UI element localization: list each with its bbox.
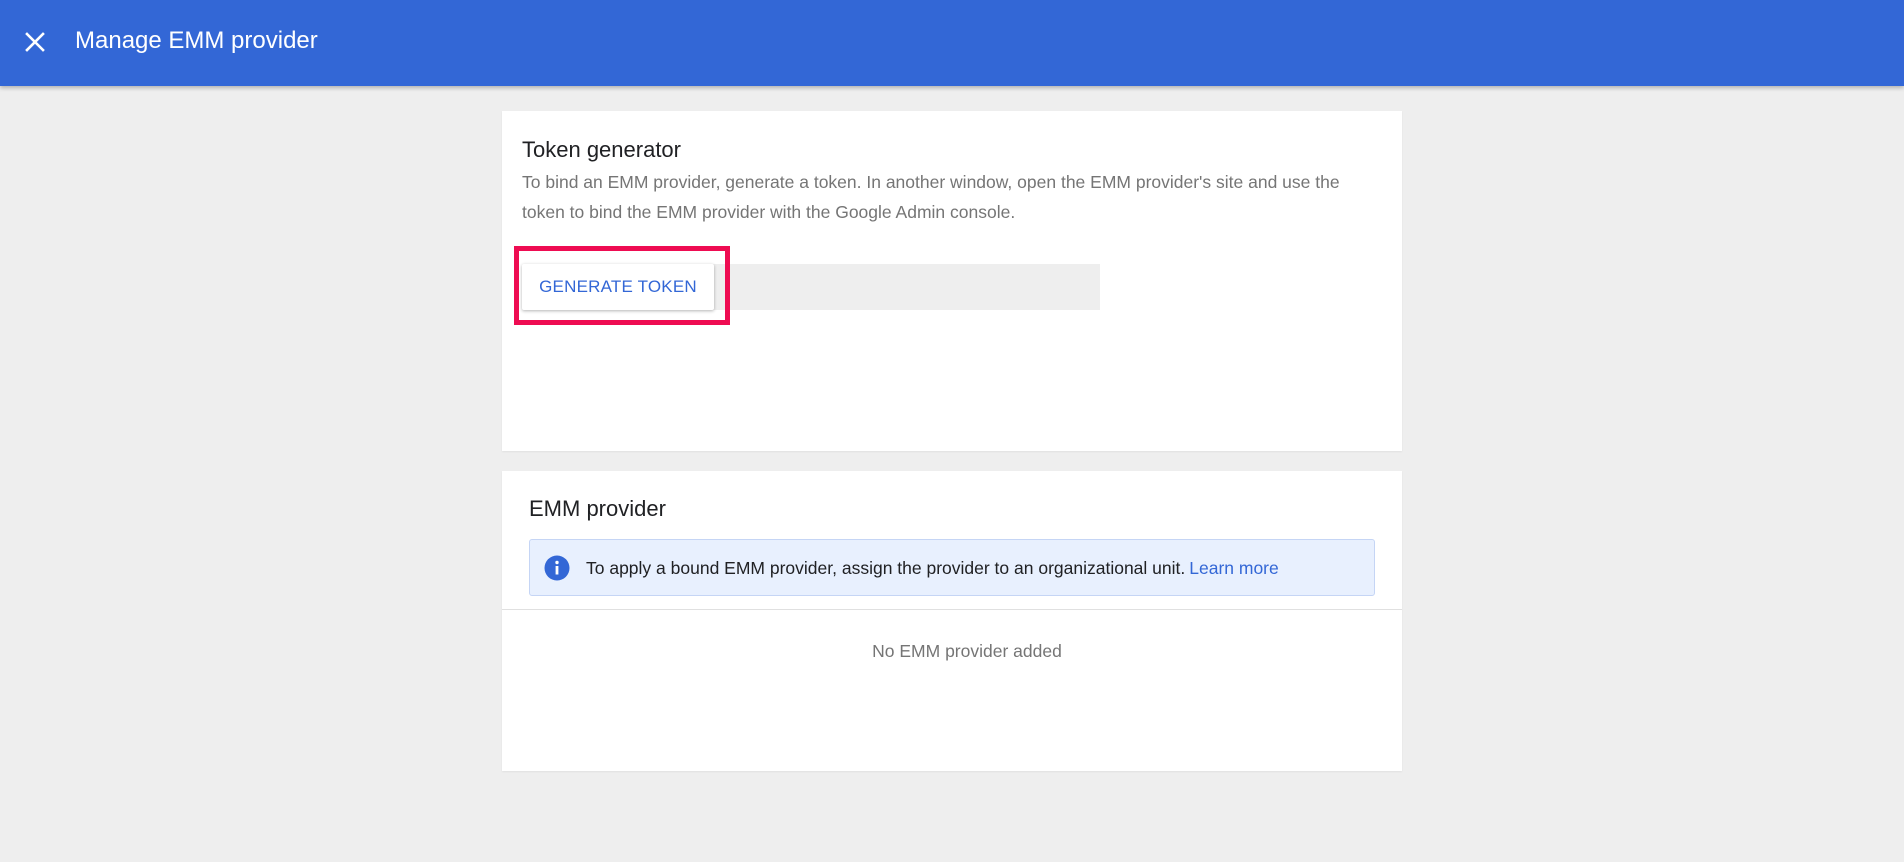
empty-state-text: No EMM provider added (872, 641, 1062, 661)
info-banner: To apply a bound EMM provider, assign th… (529, 539, 1375, 596)
emm-provider-title: EMM provider (529, 496, 666, 521)
token-generator-description: To bind an EMM provider, generate a toke… (522, 172, 1340, 222)
token-generator-title: Token generator (522, 137, 681, 162)
close-button[interactable] (18, 21, 52, 63)
token-generator-card: Token generator To bind an EMM provider,… (502, 111, 1402, 451)
info-icon (544, 555, 570, 581)
close-icon (25, 32, 45, 52)
top-app-bar: Manage EMM provider (0, 0, 1904, 86)
emm-provider-card: EMM provider To apply a bound EMM provid… (502, 471, 1402, 771)
learn-more-link[interactable]: Learn more (1189, 558, 1279, 578)
generate-token-button[interactable]: GENERATE TOKEN (522, 264, 714, 310)
divider (502, 609, 1402, 610)
info-text: To apply a bound EMM provider, assign th… (586, 558, 1186, 578)
info-message: To apply a bound EMM provider, assign th… (586, 555, 1279, 581)
page-title: Manage EMM provider (75, 27, 318, 54)
